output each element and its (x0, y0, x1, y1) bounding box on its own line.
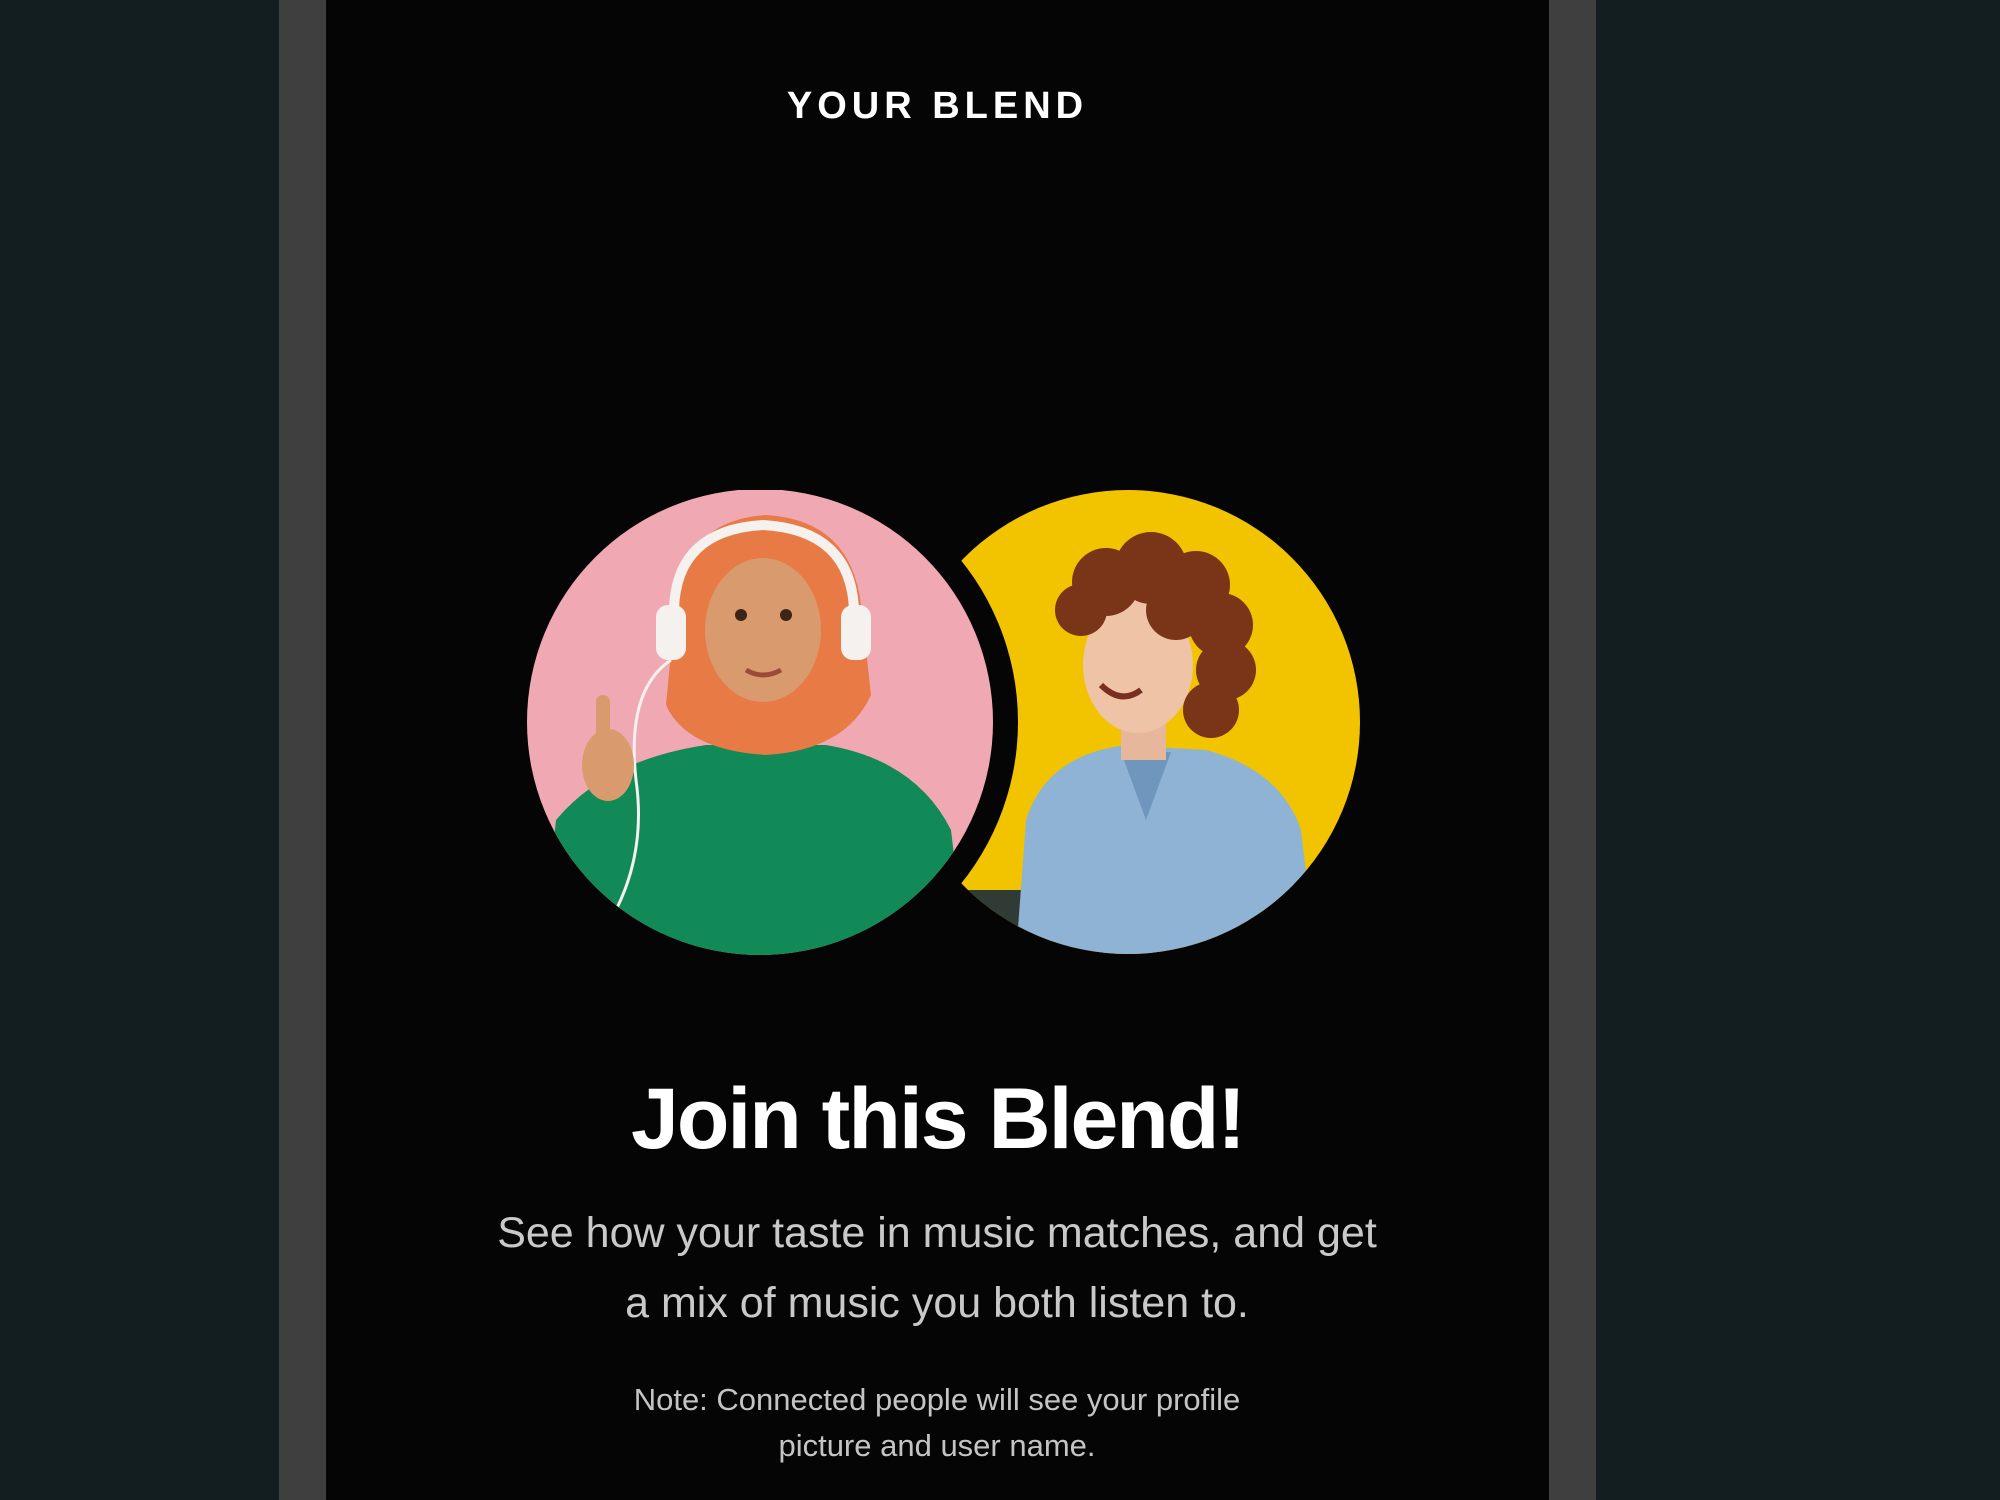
blend-invite-screen: YOUR BLEND Join this Blend! See how your… (326, 0, 1549, 1500)
avatar-left (527, 490, 993, 955)
blend-description: See how your taste in music matches, and… (497, 1209, 1377, 1327)
header-title: YOUR BLEND (786, 85, 1089, 127)
avatar-pair-graphic (502, 490, 1360, 955)
privacy-note: Note: Connected people will see your pro… (633, 1382, 1241, 1463)
blend-avatars (326, 490, 1549, 955)
blend-headline: Join this Blend! (631, 1071, 1246, 1167)
